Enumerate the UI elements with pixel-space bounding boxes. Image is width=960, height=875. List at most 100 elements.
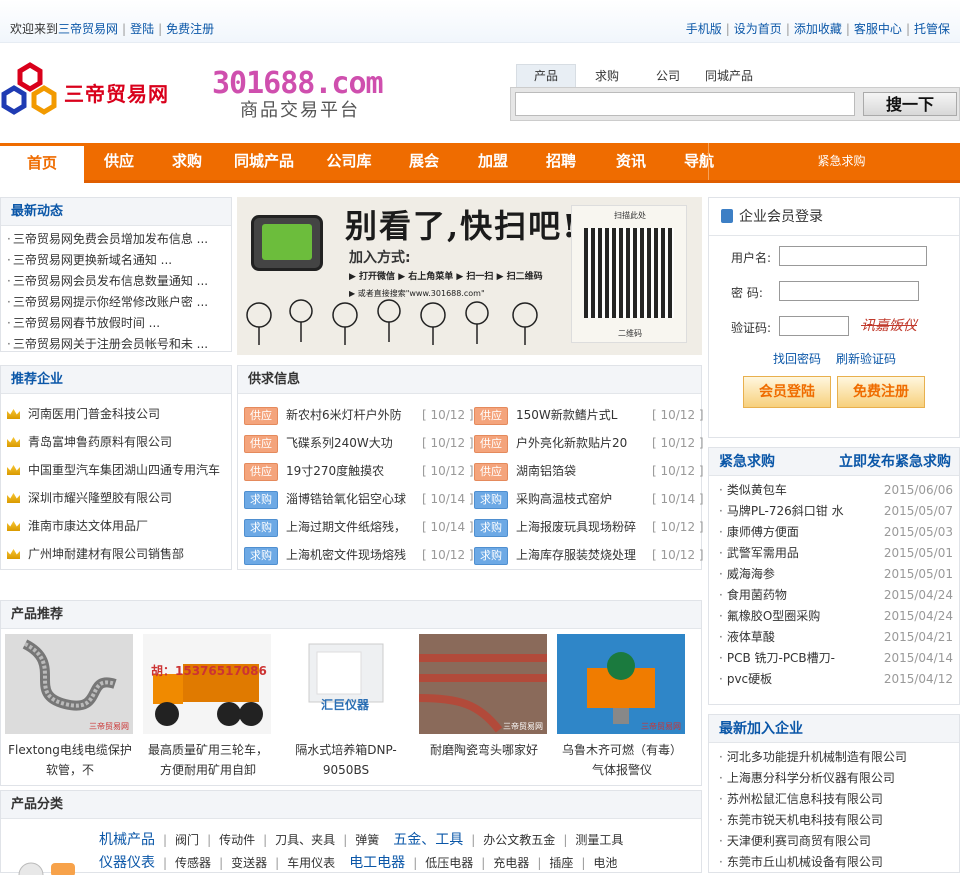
new-company-item[interactable]: 苏州松鼠汇信息科技有限公司: [719, 789, 959, 810]
supply-item-date: [ 10/12 ]: [652, 464, 704, 478]
news-item[interactable]: 三帝贸易网更换新域名通知 ...: [7, 250, 231, 271]
supply-item[interactable]: 供应 150W新款鳍片式L [ 10/12 ]: [474, 406, 704, 425]
category-sub-link[interactable]: 弹簧: [355, 833, 379, 847]
category-sub-link[interactable]: 办公文教五金: [483, 833, 555, 847]
search-tab-company[interactable]: 公司: [638, 65, 698, 89]
supply-item[interactable]: 求购 上海机密文件现场熔残 [ 10/12 ]: [244, 546, 474, 565]
supply-item[interactable]: 供应 户外亮化新款贴片20 [ 10/12 ]: [474, 434, 704, 453]
add-favorite-link[interactable]: 添加收藏: [794, 22, 842, 36]
news-item[interactable]: 三帝贸易网会员发布信息数量通知 ...: [7, 271, 231, 292]
nav-home[interactable]: 首页: [0, 143, 84, 183]
username-input[interactable]: [779, 246, 927, 266]
search-input[interactable]: [515, 92, 855, 116]
new-company-item[interactable]: 上海惠分科学分析仪器有限公司: [719, 768, 959, 789]
new-company-item[interactable]: 天津便利赛司商贸有限公司: [719, 831, 959, 852]
supply-item[interactable]: 供应 飞碟系列240W大功 [ 10/12 ]: [244, 434, 474, 453]
urgent-item[interactable]: pvc硬板 2015/04/12: [719, 669, 959, 690]
supply-item[interactable]: 求购 上海库存服装焚烧处理 [ 10/12 ]: [474, 546, 704, 565]
search-button[interactable]: 搜一下: [863, 92, 957, 116]
nav-urgent-buy[interactable]: 紧急求购: [708, 143, 960, 180]
refresh-captcha-link[interactable]: 刷新验证码: [836, 350, 896, 367]
set-homepage-link[interactable]: 设为首页: [734, 22, 782, 36]
escrow-link[interactable]: 托管保: [914, 22, 950, 36]
free-register-button[interactable]: 免费注册: [837, 376, 925, 408]
login-link[interactable]: 登陆: [130, 22, 154, 36]
urgent-item[interactable]: 威海海参 2015/05/01: [719, 564, 959, 585]
product-card[interactable]: 胡：15376517086 最高质量矿用三轮车，方便耐用矿用自卸: [143, 634, 273, 780]
supply-item[interactable]: 求购 上海过期文件纸熔残， [ 10/14 ]: [244, 518, 474, 537]
urgent-item[interactable]: PCB 铣刀-PCB槽刀- 2015/04/14: [719, 648, 959, 669]
nav-buy[interactable]: 求购: [160, 143, 214, 180]
news-item[interactable]: 三帝贸易网春节放假时间 ...: [7, 313, 231, 334]
captcha-input[interactable]: [779, 316, 849, 336]
category-head-link[interactable]: 机械产品: [99, 832, 155, 848]
supply-item[interactable]: 供应 19寸270度触摸农 [ 10/12 ]: [244, 462, 474, 481]
category-head-link[interactable]: 仪器仪表: [99, 855, 155, 871]
register-link[interactable]: 免费注册: [166, 22, 214, 36]
supply-item[interactable]: 求购 上海报废玩具现场粉碎 [ 10/12 ]: [474, 518, 704, 537]
category-sub-link[interactable]: 车用仪表: [287, 856, 335, 870]
product-card[interactable]: 汇巨仪器 隔水式培养箱DNP-9050BS: [281, 634, 411, 780]
new-company-item[interactable]: 东莞市锐天机电科技有限公司: [719, 810, 959, 831]
supply-item[interactable]: 供应 新农村6米灯杆户外防 [ 10/12 ]: [244, 406, 474, 425]
captcha-image[interactable]: 讯嘉饭仪: [861, 315, 917, 335]
supply-item[interactable]: 求购 采购高温枝式窑炉 [ 10/14 ]: [474, 490, 704, 509]
company-item[interactable]: 淮南市康达文体用品厂: [7, 512, 231, 540]
product-card[interactable]: 三帝贸易网 乌鲁木齐可燃（有毒）气体报警仪: [557, 634, 687, 780]
nav-local-products[interactable]: 同城产品: [226, 143, 302, 180]
urgent-item[interactable]: 液体草酸 2015/04/21: [719, 627, 959, 648]
company-item[interactable]: 深圳市耀兴隆塑胶有限公司: [7, 484, 231, 512]
nav-company-library[interactable]: 公司库: [318, 143, 380, 180]
nav-franchise[interactable]: 加盟: [466, 143, 520, 180]
category-sub-link[interactable]: 低压电器: [425, 856, 473, 870]
company-item[interactable]: 广州坤耐建材有限公司销售部: [7, 540, 231, 568]
category-sub-link[interactable]: 电池: [593, 856, 617, 870]
category-head-link[interactable]: 电工电器: [349, 855, 405, 871]
password-input[interactable]: [779, 281, 919, 301]
news-item[interactable]: 三帝贸易网提示你经常修改账户密 ...: [7, 292, 231, 313]
company-item[interactable]: 青岛富坤鲁药原料有限公司: [7, 428, 231, 456]
nav-exhibition[interactable]: 展会: [398, 143, 450, 180]
search-tab-buy[interactable]: 求购: [577, 65, 637, 89]
category-sub-link[interactable]: 传动件: [219, 833, 255, 847]
search-tab-local[interactable]: 同城产品: [699, 65, 759, 89]
supply-item[interactable]: 求购 淄博锆铪氧化铝空心球 [ 10/14 ]: [244, 490, 474, 509]
urgent-item[interactable]: 马牌PL-726斜口钳 水 2015/05/07: [719, 501, 959, 522]
urgent-item[interactable]: 武警军需用品 2015/05/01: [719, 543, 959, 564]
category-sub-link[interactable]: 测量工具: [575, 833, 623, 847]
forgot-password-link[interactable]: 找回密码: [773, 350, 821, 367]
login-title: 企业会员登录: [739, 209, 823, 225]
category-sub-link[interactable]: 充电器: [493, 856, 529, 870]
service-center-link[interactable]: 客服中心: [854, 22, 902, 36]
category-sub-link[interactable]: 刀具、夹具: [275, 833, 335, 847]
company-item[interactable]: 河南医用门普金科技公司: [7, 400, 231, 428]
wechat-banner[interactable]: 别看了,快扫吧! 加入方式: ▶ 打开微信 ▶ 右上角菜单 ▶ 扫一扫 ▶ 扫二…: [237, 197, 702, 355]
search-tab-product[interactable]: 产品: [516, 64, 576, 88]
product-card[interactable]: 三帝贸易网 Flextong电线电缆保护软管，不: [5, 634, 135, 780]
category-sub-link[interactable]: 传感器: [175, 856, 211, 870]
product-card[interactable]: 三帝贸易网 耐磨陶瓷弯头哪家好: [419, 634, 549, 760]
mobile-link[interactable]: 手机版: [686, 22, 722, 36]
category-sub-link[interactable]: 阀门: [175, 833, 199, 847]
nav-supply[interactable]: 供应: [92, 143, 146, 180]
category-head-link[interactable]: 五金、工具: [393, 832, 463, 848]
supply-item[interactable]: 供应 湖南铝箔袋 [ 10/12 ]: [474, 462, 704, 481]
new-company-item[interactable]: 东莞市丘山机械设备有限公司: [719, 852, 959, 873]
urgent-item[interactable]: 类似黄包车 2015/06/06: [719, 480, 959, 501]
urgent-item[interactable]: 食用菌药物 2015/04/24: [719, 585, 959, 606]
news-item[interactable]: 三帝贸易网免费会员增加发布信息 ...: [7, 229, 231, 250]
urgent-item[interactable]: 康师傅方便面 2015/05/03: [719, 522, 959, 543]
site-home-link[interactable]: 三帝贸易网: [58, 22, 118, 36]
publish-urgent-link[interactable]: 立即发布紧急求购: [839, 448, 951, 476]
category-sub-link[interactable]: 变送器: [231, 856, 267, 870]
category-sub-link[interactable]: 插座: [549, 856, 573, 870]
nav-jobs[interactable]: 招聘: [534, 143, 588, 180]
company-item[interactable]: 中国重型汽车集团湖山四通专用汽车: [7, 456, 231, 484]
member-login-button[interactable]: 会员登陆: [743, 376, 831, 408]
news-item[interactable]: 三帝贸易网关于注册会员帐号和未 ...: [7, 334, 231, 355]
nav-news[interactable]: 资讯: [604, 143, 658, 180]
new-company-item[interactable]: 河北多功能提升机械制造有限公司: [719, 747, 959, 768]
urgent-item-date: 2015/04/12: [883, 672, 953, 686]
urgent-item[interactable]: 氟橡胶O型圈采购 2015/04/24: [719, 606, 959, 627]
supply-item-title: 上海报废玩具现场粉碎: [516, 520, 637, 534]
